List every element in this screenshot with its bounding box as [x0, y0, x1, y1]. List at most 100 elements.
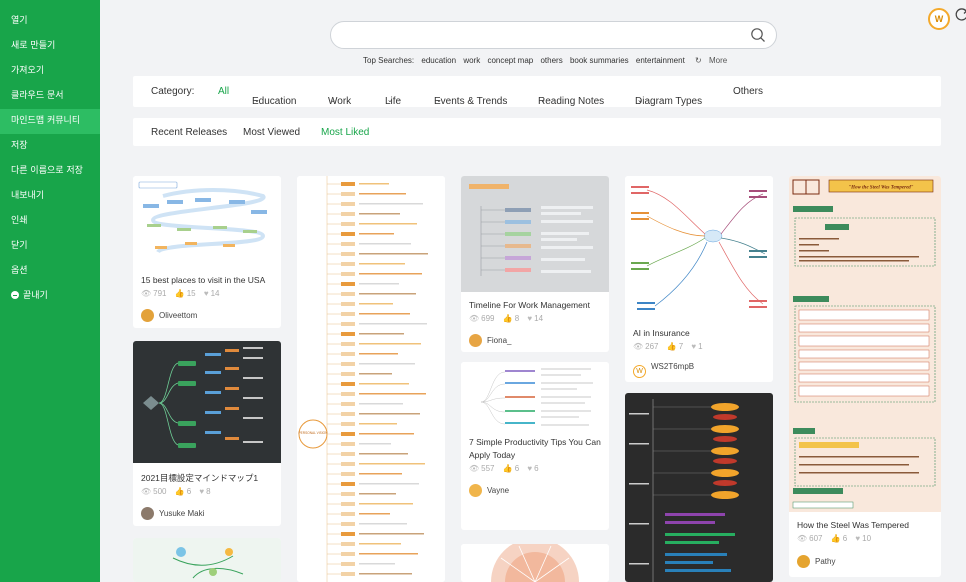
sidebar-item-open[interactable]: 열기 [0, 9, 100, 34]
template-card[interactable] [625, 393, 773, 582]
card-author[interactable]: Fiona_ [469, 334, 511, 347]
card-author[interactable]: Oliveettom [141, 309, 197, 322]
card-stats: 👁 500 👍 6 ♥ 8 [141, 487, 217, 496]
chevron-down-icon: ⌄ [540, 97, 546, 104]
more-link[interactable]: ↻ More [695, 56, 732, 65]
tab-recent-releases[interactable]: Recent Releases [151, 127, 227, 138]
views-count: 557 [481, 464, 495, 473]
template-card[interactable]: 2021目標設定マインドマップ1 👁 500 👍 6 ♥ 8 Yusuke Maki [133, 341, 281, 526]
heart-icon: ♥ [527, 464, 533, 473]
favorites-count: 14 [534, 314, 544, 323]
sidebar-item-exit[interactable]: 끝내기 [0, 284, 100, 309]
thumbs-up-icon: 👍 [502, 464, 513, 473]
category-reading-label: Reading Notes [538, 96, 605, 107]
author-name: Oliveettom [159, 311, 198, 320]
sidebar-item-new[interactable]: 새로 만들기 [0, 34, 100, 59]
top-search-link[interactable]: book summaries [570, 56, 629, 65]
card-thumbnail [133, 538, 281, 582]
sidebar-item-print[interactable]: 인쇄 [0, 209, 100, 234]
template-card[interactable]: "How the Steel Was Tempered" How the Ste… [789, 176, 941, 577]
top-search-link[interactable]: work [463, 56, 480, 65]
favorites-count: 14 [210, 289, 220, 298]
thumbs-up-icon: 👍 [666, 342, 677, 351]
chevron-down-icon: ⌄ [387, 97, 393, 104]
card-title[interactable]: Timeline For Work Management [469, 299, 590, 312]
sidebar-item-export[interactable]: 내보내기 [0, 184, 100, 209]
card-thumbnail [461, 362, 609, 430]
likes-count: 8 [514, 314, 520, 323]
more-refresh-icon: ↻ [695, 56, 704, 65]
template-card[interactable]: 15 best places to visit in the USA 👁 791 … [133, 176, 281, 328]
eye-icon: 👁 [469, 314, 480, 323]
refresh-icon[interactable] [955, 7, 966, 23]
sidebar-item-close[interactable]: 닫기 [0, 234, 100, 259]
card-stats: 👁 267 👍 7 ♥ 1 [633, 342, 709, 351]
chevron-down-icon: ⌄ [254, 97, 260, 104]
card-thumbnail: PERSONAL VISION [297, 176, 445, 582]
sidebar-item-save-as[interactable]: 다른 이름으로 저장 [0, 159, 100, 184]
card-stats: 👁 607 👍 6 ♥ 10 [797, 534, 877, 543]
heart-icon: ♥ [527, 314, 533, 323]
card-title[interactable]: AI in Insurance [633, 327, 690, 340]
avatar [797, 555, 810, 568]
card-thumbnail [461, 544, 609, 582]
views-count: 699 [481, 314, 495, 323]
chevron-down-icon: ⌄ [637, 97, 643, 104]
heart-icon: ♥ [203, 289, 209, 298]
template-card[interactable] [461, 544, 609, 582]
chevron-down-icon: ⌄ [436, 97, 442, 104]
category-bar: Category: All Education ⌄ Work ⌄ Life ⌄ Eve… [133, 76, 941, 107]
sidebar-item-exit-label: 끝내기 [23, 291, 48, 301]
card-stats: 👁 557 👍 6 ♥ 6 [469, 464, 545, 473]
top-search-link[interactable]: others [540, 56, 562, 65]
likes-count: 6 [514, 464, 520, 473]
search-icon[interactable] [750, 27, 766, 43]
eye-icon: 👁 [141, 487, 152, 496]
tab-most-liked[interactable]: Most Liked [321, 127, 369, 138]
author-name: Yusuke Maki [159, 509, 205, 518]
avatar [141, 309, 154, 322]
template-card[interactable]: 7 Simple Productivity Tips You Can Apply… [461, 362, 609, 530]
sidebar-item-import[interactable]: 가져오기 [0, 59, 100, 84]
avatar [469, 484, 482, 497]
category-events-label: Events & Trends [434, 96, 508, 107]
likes-count: 7 [678, 342, 684, 351]
card-author[interactable]: Vayne [469, 484, 509, 497]
views-count: 267 [645, 342, 659, 351]
card-author[interactable]: W WS2T6mpB [633, 362, 694, 378]
eye-icon: 👁 [633, 342, 644, 351]
card-stats: 👁 791 👍 15 ♥ 14 [141, 289, 226, 298]
thumbs-up-icon: 👍 [174, 487, 185, 496]
sidebar-item-save[interactable]: 저장 [0, 134, 100, 159]
top-search-link[interactable]: concept map [487, 56, 533, 65]
sidebar-item-mindmap-community[interactable]: 마인드맵 커뮤니티 [0, 109, 100, 134]
heart-icon: ♥ [691, 342, 697, 351]
top-search-link[interactable]: entertainment [636, 56, 685, 65]
author-name: Fiona_ [487, 336, 512, 345]
card-title[interactable]: 7 Simple Productivity Tips You Can Apply… [469, 436, 605, 462]
avatar: W [633, 365, 646, 378]
sidebar: 열기 새로 만들기 가져오기 클라우드 문서 마인드맵 커뮤니티 저장 다른 이… [0, 0, 100, 582]
category-others[interactable]: Others [733, 86, 763, 97]
card-author[interactable]: Pathy [797, 555, 835, 568]
sidebar-item-cloud-docs[interactable]: 클라우드 문서 [0, 84, 100, 109]
card-title[interactable]: 15 best places to visit in the USA [141, 274, 265, 287]
card-title[interactable]: 2021目標設定マインドマップ1 [141, 472, 258, 485]
thumbs-up-icon: 👍 [830, 534, 841, 543]
template-card[interactable] [133, 538, 281, 582]
top-search-link[interactable]: education [421, 56, 456, 65]
category-all[interactable]: All [218, 86, 229, 97]
template-card[interactable]: Timeline For Work Management 👁 699 👍 8 ♥ 14… [461, 176, 609, 352]
search-input[interactable] [330, 21, 777, 49]
template-card[interactable]: AI in Insurance 👁 267 👍 7 ♥ 1 W WS2T6mpB [625, 176, 773, 382]
author-name: Vayne [487, 486, 510, 495]
chevron-down-icon: ⌄ [330, 97, 336, 104]
card-title[interactable]: How the Steel Was Tempered [797, 519, 909, 532]
template-card[interactable]: PERSONAL VISION [297, 176, 445, 582]
center-node-label: PERSONAL VISION [299, 431, 329, 435]
tab-most-viewed[interactable]: Most Viewed [243, 127, 300, 138]
avatar[interactable]: W [928, 8, 950, 30]
card-author[interactable]: Yusuke Maki [141, 507, 204, 520]
sidebar-item-options[interactable]: 옵션 [0, 259, 100, 284]
main-content: Top Searches: education work concept map… [100, 0, 966, 582]
